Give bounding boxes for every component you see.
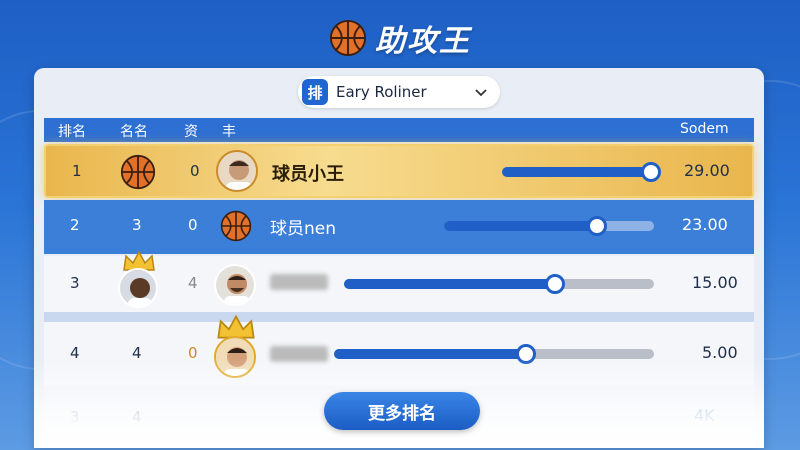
selector-badge: 排 [302, 79, 328, 105]
selector-value: Eary Roliner [336, 83, 427, 101]
table-row-3[interactable]: 3 4 15.00 [44, 250, 754, 312]
slider-fill [344, 279, 555, 289]
score-cell: 29.00 [684, 161, 730, 180]
rank-cell: 1 [72, 162, 82, 180]
player-name: 球员nen [270, 219, 337, 239]
name-col-cell: 3 [132, 216, 142, 234]
score-slider[interactable] [344, 274, 654, 294]
chevron-down-icon [475, 89, 487, 97]
name-col-cell: 4 [132, 408, 142, 426]
basketball-icon [220, 210, 252, 242]
score-cell: 23.00 [682, 215, 728, 234]
score-cell: 15.00 [692, 273, 738, 292]
rank-cell: 4 [70, 344, 80, 362]
player-avatar [216, 150, 258, 192]
col-rank-header: 排名 [58, 124, 86, 140]
slider-knob[interactable] [544, 274, 565, 294]
slider-knob[interactable] [516, 344, 536, 364]
basketball-icon [120, 154, 156, 190]
slider-fill [334, 349, 526, 359]
player-avatar [118, 268, 158, 308]
table-row-1[interactable]: 1 0 球员小王 29.00 [44, 144, 754, 198]
table-header: 排名 名名 资 丰 Sodem [44, 118, 754, 142]
rank-cell: 3 [70, 274, 80, 292]
score-cell: 4K [694, 406, 715, 425]
col-player-header: 丰 [222, 124, 236, 140]
score-slider[interactable] [334, 344, 654, 364]
col-score-header: Sodem [680, 121, 729, 137]
rank-cell: 2 [70, 216, 80, 234]
leaderboard-panel: 排 Eary Roliner 排名 名名 资 丰 Sodem 1 0 球员小王 … [34, 68, 764, 448]
player-name: 球员小王 [272, 164, 344, 185]
stat-cell: 0 [188, 216, 198, 234]
score-slider[interactable] [502, 162, 662, 182]
table-row-2[interactable]: 2 3 0 球员nen 23.00 [44, 200, 754, 254]
score-slider[interactable] [444, 216, 654, 236]
stat-cell: 0 [190, 162, 200, 180]
name-col-cell: 4 [132, 344, 142, 362]
more-rankings-button[interactable]: 更多排名 [324, 392, 480, 430]
row-divider [44, 312, 754, 322]
page-title: 助攻王 [375, 24, 471, 59]
blurred-player-name [270, 274, 328, 290]
slider-knob[interactable] [587, 216, 608, 236]
slider-knob[interactable] [641, 162, 662, 182]
basketball-icon [329, 19, 367, 57]
col-name-header: 名名 [120, 124, 148, 140]
player-selector-dropdown[interactable]: 排 Eary Roliner [298, 76, 500, 108]
score-cell: 5.00 [702, 343, 738, 362]
stat-cell: 4 [188, 274, 198, 292]
stat-cell: 0 [188, 344, 198, 362]
player-avatar [214, 264, 256, 306]
col-stat-header: 资 [184, 124, 198, 140]
slider-fill [444, 221, 598, 231]
rank-cell: 3 [70, 408, 80, 426]
header: 助攻王 [0, 14, 800, 62]
blurred-player-name [270, 346, 328, 362]
player-avatar [214, 336, 256, 378]
slider-fill [502, 167, 652, 177]
table-row-4[interactable]: 4 4 0 5.00 [44, 314, 754, 386]
